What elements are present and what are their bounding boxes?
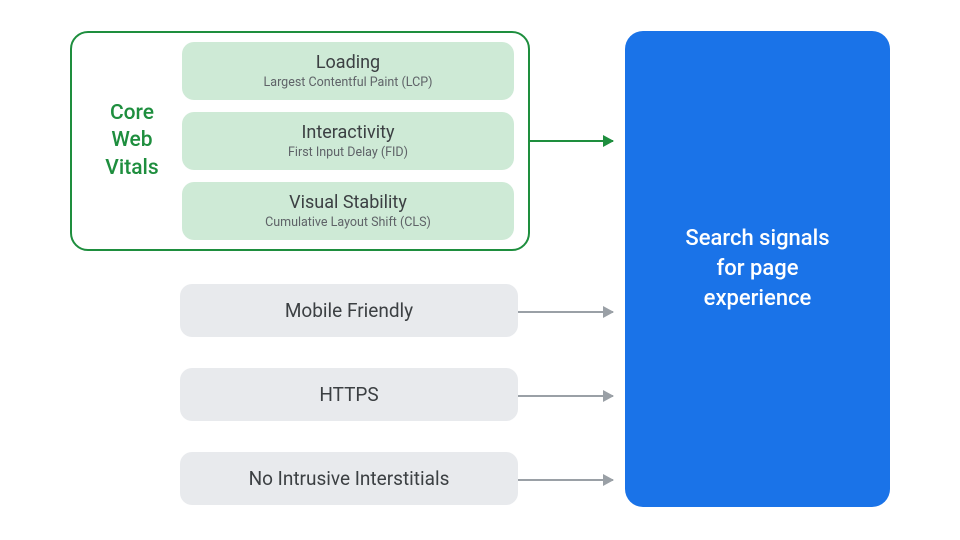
cwv-label-line: Vitals [105,156,158,180]
cwv-item-sub: Cumulative Layout Shift (CLS) [196,215,500,230]
target-text: Search signals for page experience [685,224,829,313]
diagram-canvas: Core Web Vitals Loading Largest Contentf… [0,0,960,540]
signal-mobile-friendly: Mobile Friendly [180,284,518,337]
arrow-interstitials-to-target [518,479,613,481]
cwv-item-title: Interactivity [196,122,500,143]
target-line: Search signals [685,226,829,251]
cwv-item-interactivity: Interactivity First Input Delay (FID) [182,112,514,170]
cwv-item-visual-stability: Visual Stability Cumulative Layout Shift… [182,182,514,240]
cwv-item-sub: First Input Delay (FID) [196,145,500,160]
core-web-vitals-group: Core Web Vitals Loading Largest Contentf… [70,31,530,251]
cwv-label-line: Web [111,128,152,152]
core-web-vitals-list: Loading Largest Contentful Paint (LCP) I… [182,42,514,240]
arrow-cwv-to-target [530,140,613,142]
cwv-label-line: Core [110,101,154,125]
cwv-item-sub: Largest Contentful Paint (LCP) [196,75,500,90]
core-web-vitals-label: Core Web Vitals [82,100,182,182]
arrow-https-to-target [518,395,613,397]
cwv-item-loading: Loading Largest Contentful Paint (LCP) [182,42,514,100]
signal-label: No Intrusive Interstitials [249,467,450,490]
arrow-mobile-to-target [518,311,613,313]
signal-label: HTTPS [319,383,378,406]
target-line: for page [717,256,799,281]
signal-label: Mobile Friendly [285,299,413,322]
cwv-item-title: Loading [196,52,500,73]
search-signals-target: Search signals for page experience [625,31,890,507]
signal-no-intrusive-interstitials: No Intrusive Interstitials [180,452,518,505]
cwv-item-title: Visual Stability [196,192,500,213]
target-line: experience [704,286,812,311]
signal-https: HTTPS [180,368,518,421]
